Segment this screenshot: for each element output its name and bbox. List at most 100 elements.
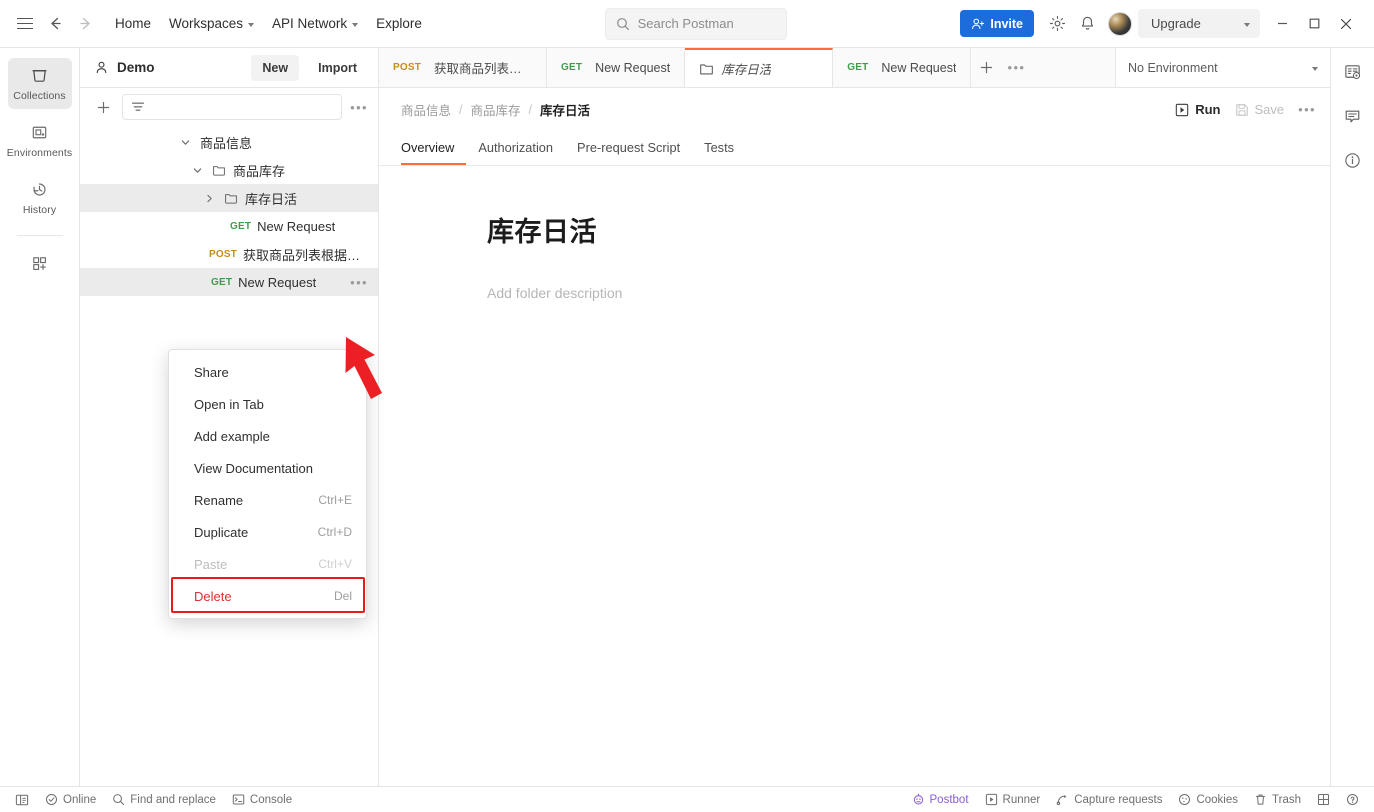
tab-authorization-label: Authorization bbox=[478, 139, 554, 155]
context-menu-label: Add example bbox=[194, 428, 270, 444]
tree-label: 获取商品列表根据商品名称 bbox=[243, 247, 368, 263]
trash-button[interactable]: Trash bbox=[1247, 790, 1308, 809]
search-input[interactable]: Search Postman bbox=[604, 7, 787, 40]
postbot-button[interactable]: Postbot bbox=[905, 790, 976, 809]
chevron-down-icon[interactable] bbox=[176, 137, 194, 148]
capture-icon bbox=[1056, 795, 1067, 806]
cookies-icon bbox=[1179, 793, 1191, 806]
global-search-container: Search Postman bbox=[431, 7, 960, 40]
capture-requests-button[interactable]: Capture requests bbox=[1049, 790, 1169, 809]
context-menu-item-delete[interactable]: Delete Del bbox=[169, 580, 366, 612]
context-menu-item-rename[interactable]: Rename Ctrl+E bbox=[169, 484, 366, 516]
info-icon[interactable] bbox=[1338, 145, 1368, 175]
tab-pre-request-script[interactable]: Pre-request Script bbox=[565, 131, 692, 165]
sidebar-item-history[interactable]: History bbox=[8, 172, 72, 223]
comment-icon[interactable] bbox=[1338, 101, 1368, 131]
breadcrumb-actions: Run Save ••• bbox=[1175, 102, 1316, 117]
tree-row-collection[interactable]: 商品信息 bbox=[80, 128, 378, 156]
environment-label: No Environment bbox=[1128, 60, 1218, 75]
run-button[interactable]: Run bbox=[1175, 102, 1221, 117]
tab-get-request-2[interactable]: GET New Request bbox=[833, 48, 972, 87]
tree-label: 库存日活 bbox=[245, 191, 298, 207]
tab-get-request-1[interactable]: GET New Request bbox=[547, 48, 686, 87]
tree-row-request[interactable]: POST 获取商品列表根据商品名称 bbox=[80, 240, 378, 268]
main-more-options-button[interactable]: ••• bbox=[1298, 103, 1316, 116]
new-button[interactable]: New bbox=[251, 54, 300, 81]
workspace-name: Demo bbox=[117, 60, 155, 75]
console-icon bbox=[232, 794, 245, 805]
runner-label: Runner bbox=[1002, 793, 1041, 806]
console-button[interactable]: Console bbox=[225, 790, 299, 809]
tab-tests[interactable]: Tests bbox=[692, 131, 746, 165]
nav-home[interactable]: Home bbox=[106, 10, 160, 37]
nav-api-network-label: API Network bbox=[272, 16, 348, 31]
avatar[interactable] bbox=[1108, 11, 1132, 36]
chevron-right-icon[interactable] bbox=[200, 193, 218, 204]
status-online[interactable]: Online bbox=[38, 790, 103, 809]
new-collection-plus-icon[interactable] bbox=[92, 96, 114, 118]
breadcrumb-item-collection[interactable]: 商品信息 bbox=[401, 100, 451, 119]
context-menu-item-paste: Paste Ctrl+V bbox=[169, 548, 366, 580]
forward-arrow-icon[interactable] bbox=[70, 9, 100, 39]
folder-description-input[interactable]: Add folder description bbox=[487, 285, 1330, 301]
minimize-icon[interactable] bbox=[1266, 8, 1298, 40]
runner-button[interactable]: Runner bbox=[978, 790, 1048, 809]
context-menu-item-duplicate[interactable]: Duplicate Ctrl+D bbox=[169, 516, 366, 548]
import-button[interactable]: Import bbox=[307, 55, 368, 81]
tab-authorization[interactable]: Authorization bbox=[466, 131, 565, 165]
tab-pre-request-script-label: Pre-request Script bbox=[577, 139, 681, 155]
tree-row-request[interactable]: GET New Request bbox=[80, 212, 378, 240]
row-more-options-button[interactable]: ••• bbox=[350, 276, 368, 289]
breadcrumb-separator: / bbox=[528, 102, 532, 117]
tabs-more-options-button[interactable]: ••• bbox=[1001, 48, 1031, 87]
breadcrumb-item-folder[interactable]: 商品库存 bbox=[471, 100, 521, 119]
hamburger-menu-icon[interactable] bbox=[10, 9, 40, 39]
add-module-button[interactable] bbox=[8, 246, 72, 280]
context-menu-item-add-example[interactable]: Add example bbox=[169, 420, 366, 452]
nav-workspaces[interactable]: Workspaces bbox=[160, 10, 263, 37]
sidebar-toggle-icon[interactable] bbox=[8, 790, 36, 810]
environment-quick-look-icon[interactable] bbox=[1338, 57, 1368, 87]
context-menu-item-view-documentation[interactable]: View Documentation bbox=[169, 452, 366, 484]
search-icon bbox=[616, 17, 629, 30]
back-arrow-icon[interactable] bbox=[40, 9, 70, 39]
save-disk-icon bbox=[1235, 103, 1248, 116]
nav-api-network[interactable]: API Network bbox=[263, 10, 367, 37]
postbot-label: Postbot bbox=[929, 793, 969, 806]
tree-row-folder-active[interactable]: 库存日活 bbox=[80, 184, 378, 212]
tab-label: New Request bbox=[595, 60, 671, 75]
sidebar-item-environments[interactable]: Environments bbox=[7, 115, 72, 166]
chevron-down-icon[interactable] bbox=[188, 165, 206, 176]
tab-folder-active[interactable]: 库存日活 bbox=[685, 48, 834, 87]
right-rail bbox=[1330, 48, 1374, 786]
invite-button[interactable]: Invite bbox=[960, 10, 1034, 37]
cookies-button[interactable]: Cookies bbox=[1171, 790, 1245, 809]
gear-icon[interactable] bbox=[1042, 9, 1072, 39]
rail-divider bbox=[16, 235, 63, 236]
maximize-icon[interactable] bbox=[1298, 8, 1330, 40]
sidebar-item-collections[interactable]: Collections bbox=[7, 58, 72, 109]
context-menu-item-share[interactable]: Share bbox=[169, 356, 366, 388]
tree-row-request-context-target[interactable]: GET New Request ••• bbox=[80, 268, 378, 296]
context-menu-shortcut: Ctrl+V bbox=[318, 557, 352, 571]
tree-label: New Request bbox=[257, 218, 336, 234]
help-button[interactable] bbox=[1339, 790, 1366, 809]
find-and-replace-button[interactable]: Find and replace bbox=[105, 790, 223, 809]
new-tab-plus-icon[interactable] bbox=[971, 48, 1001, 87]
upgrade-label: Upgrade bbox=[1151, 16, 1201, 31]
save-button[interactable]: Save bbox=[1235, 102, 1284, 117]
bell-icon[interactable] bbox=[1072, 9, 1102, 39]
tab-overview[interactable]: Overview bbox=[401, 131, 467, 165]
filter-input[interactable] bbox=[122, 94, 343, 120]
layout-toggle-button[interactable] bbox=[1310, 790, 1337, 809]
tab-post-request[interactable]: POST 获取商品列表根据商品名 bbox=[379, 48, 547, 87]
upgrade-button[interactable]: Upgrade bbox=[1138, 9, 1260, 38]
context-menu-item-open-in-tab[interactable]: Open in Tab bbox=[169, 388, 366, 420]
sidebar-more-options-button[interactable]: ••• bbox=[350, 101, 368, 114]
console-label: Console bbox=[249, 793, 293, 806]
environment-selector[interactable]: No Environment bbox=[1115, 48, 1330, 87]
breadcrumb-item-current[interactable]: 库存日活 bbox=[540, 100, 590, 119]
tree-row-folder[interactable]: 商品库存 bbox=[80, 156, 378, 184]
nav-explore[interactable]: Explore bbox=[367, 10, 431, 37]
close-icon[interactable] bbox=[1330, 8, 1362, 40]
